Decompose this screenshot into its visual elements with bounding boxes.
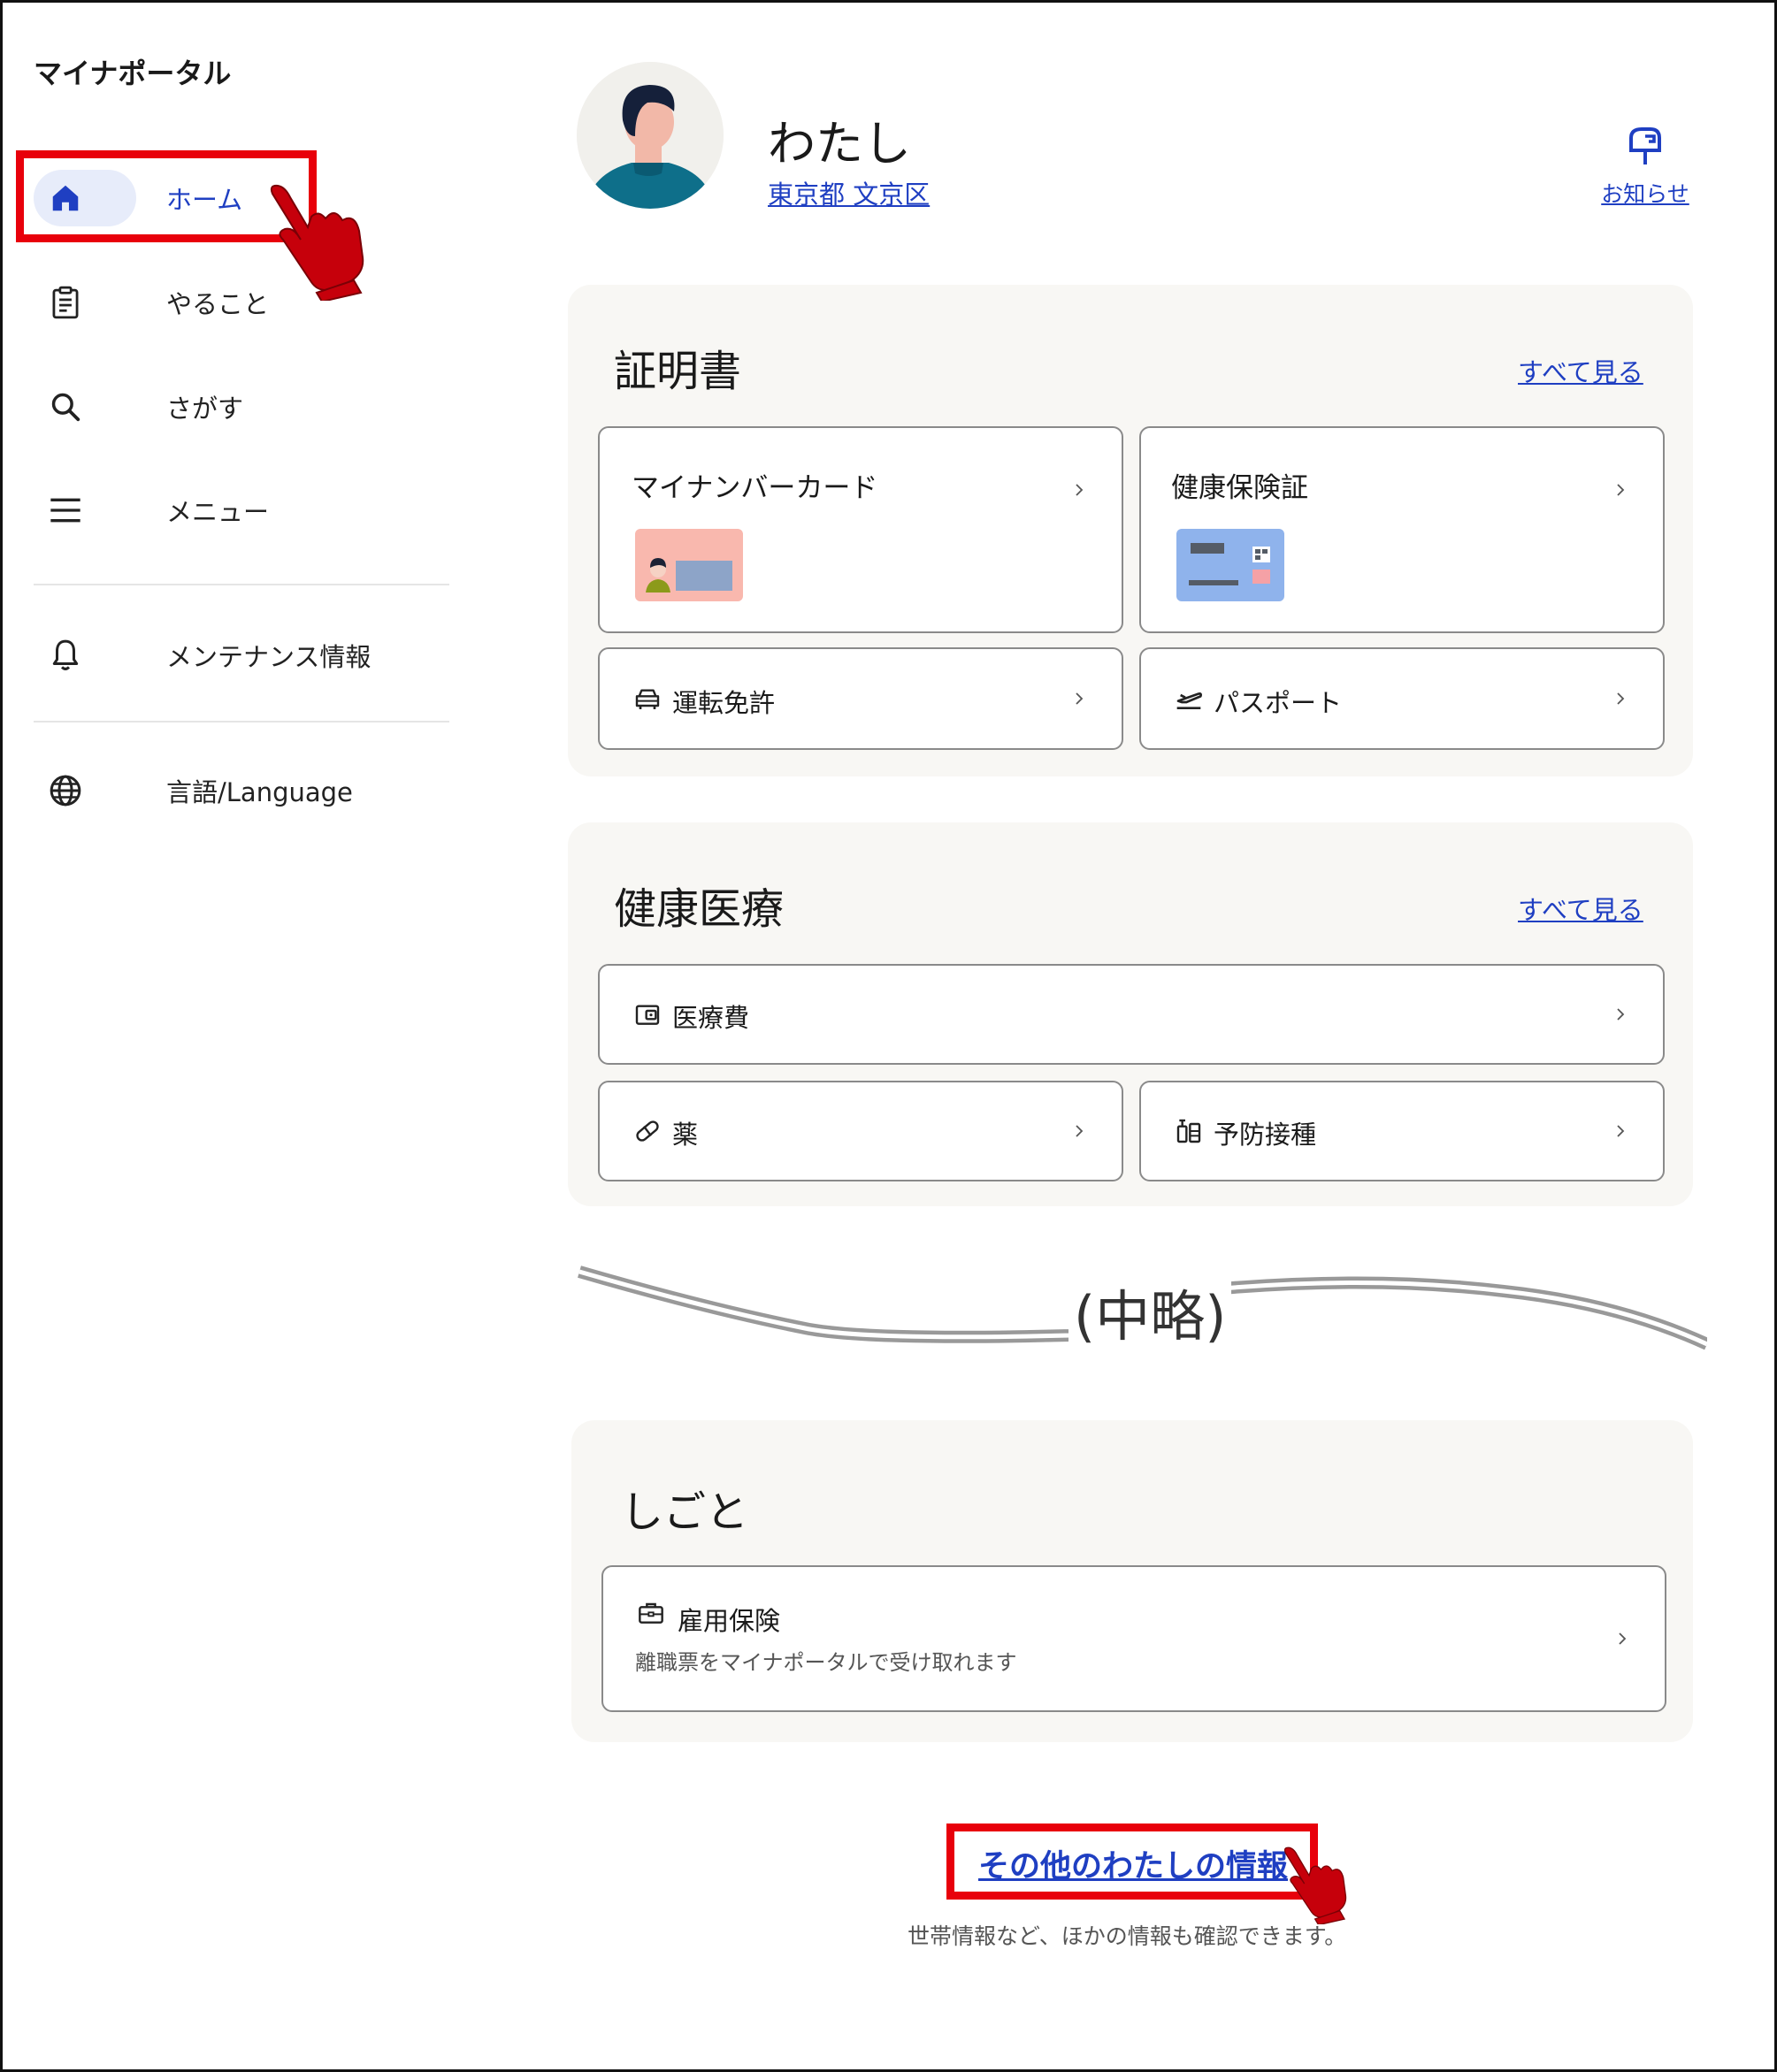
card-label: 予防接種 bbox=[1214, 1120, 1317, 1150]
work-panel: しごと 雇用保険 離職票をマイナポータルで受け取れます bbox=[571, 1420, 1693, 1742]
notice-button[interactable]: お知らせ bbox=[1592, 124, 1698, 209]
card-label: マイナンバーカード bbox=[632, 472, 878, 504]
card-label: 雇用保険 bbox=[678, 1606, 781, 1636]
insurance-card-icon bbox=[1176, 529, 1284, 601]
card-label: 医療費 bbox=[672, 1003, 750, 1033]
medical-cost-tile[interactable]: 医療費 bbox=[598, 964, 1665, 1065]
sidebar-item-maintenance[interactable]: メンテナンス情報 bbox=[34, 623, 449, 687]
profile-name: わたし bbox=[768, 116, 911, 172]
sidebar-item-label: メンテナンス情報 bbox=[166, 642, 371, 672]
chevron-right-icon bbox=[1076, 692, 1084, 705]
card-label: 運転免許 bbox=[672, 688, 776, 718]
card-description: 離職票をマイナポータルで受け取れます bbox=[635, 1650, 1017, 1675]
chevron-right-icon bbox=[1617, 1008, 1625, 1021]
see-all-link[interactable]: すべて見る bbox=[1518, 890, 1643, 927]
notice-label: お知らせ bbox=[1601, 181, 1689, 207]
other-info-description: 世帯情報など、ほかの情報も確認できます。 bbox=[908, 1923, 1347, 1949]
app-title: マイナポータル bbox=[34, 57, 232, 90]
mynumber-card-tile[interactable]: マイナンバーカード bbox=[598, 426, 1123, 633]
chevron-right-icon bbox=[1076, 484, 1084, 496]
omission-label: (中略) bbox=[1068, 1272, 1232, 1351]
airplane-icon bbox=[1176, 692, 1202, 709]
sidebar-item-todo[interactable]: やること bbox=[34, 271, 449, 334]
chevron-right-icon bbox=[1076, 1125, 1084, 1137]
avatar bbox=[577, 62, 724, 209]
pill-icon bbox=[636, 1120, 659, 1142]
chevron-right-icon bbox=[1619, 1632, 1627, 1645]
chevron-right-icon bbox=[1617, 1125, 1625, 1137]
card-label: パスポート bbox=[1214, 688, 1343, 718]
wallet-icon bbox=[635, 1005, 660, 1025]
see-all-link[interactable]: すべて見る bbox=[1518, 352, 1643, 389]
car-icon bbox=[635, 689, 660, 709]
sidebar-item-menu[interactable]: メニュー bbox=[34, 478, 449, 542]
briefcase-icon bbox=[639, 1602, 663, 1624]
sidebar-divider bbox=[34, 721, 449, 723]
sidebar-item-search[interactable]: さがす bbox=[34, 375, 449, 439]
sidebar-item-label: やること bbox=[166, 289, 270, 319]
clipboard-icon bbox=[46, 283, 85, 322]
pointing-hand-icon bbox=[270, 184, 364, 301]
drivers-license-tile[interactable]: 運転免許 bbox=[598, 647, 1123, 750]
section-title: しごと bbox=[621, 1487, 749, 1537]
chevron-right-icon bbox=[1617, 692, 1625, 705]
medicine-tile[interactable]: 薬 bbox=[598, 1081, 1123, 1181]
profile-location-link[interactable]: 東京都 文京区 bbox=[768, 174, 930, 211]
vaccine-icon bbox=[1176, 1119, 1201, 1143]
card-label: 薬 bbox=[672, 1120, 699, 1150]
section-title: 証明書 bbox=[614, 347, 742, 396]
sidebar-item-language[interactable]: 言語/Language bbox=[34, 759, 449, 822]
sidebar-divider bbox=[34, 584, 449, 585]
chevron-right-icon bbox=[1617, 484, 1625, 496]
health-panel: 健康医療 すべて見る 医療費 薬 予防接種 bbox=[568, 822, 1693, 1206]
vaccination-tile[interactable]: 予防接種 bbox=[1139, 1081, 1665, 1181]
pointing-hand-icon bbox=[1283, 1846, 1347, 1924]
search-icon bbox=[46, 387, 85, 426]
other-info-link[interactable]: その他のわたしの情報 bbox=[978, 1841, 1288, 1886]
bell-icon bbox=[46, 636, 85, 675]
menu-icon bbox=[46, 491, 85, 530]
sidebar-item-label: 言語/Language bbox=[166, 777, 353, 807]
employment-insurance-tile[interactable]: 雇用保険 離職票をマイナポータルで受け取れます bbox=[601, 1565, 1666, 1712]
sidebar-item-label: さがす bbox=[166, 394, 244, 424]
mynumber-card-icon bbox=[635, 529, 743, 601]
health-insurance-card-tile[interactable]: 健康保険証 bbox=[1139, 426, 1665, 633]
section-title: 健康医療 bbox=[614, 884, 785, 934]
sidebar-item-label: メニュー bbox=[166, 497, 270, 527]
passport-tile[interactable]: パスポート bbox=[1139, 647, 1665, 750]
globe-icon bbox=[46, 771, 85, 810]
certificates-panel: 証明書 すべて見る マイナンバーカード 健康保険証 運転免許 パスポート bbox=[568, 285, 1693, 776]
card-label: 健康保険証 bbox=[1171, 472, 1308, 504]
mailbox-icon bbox=[1629, 127, 1661, 164]
